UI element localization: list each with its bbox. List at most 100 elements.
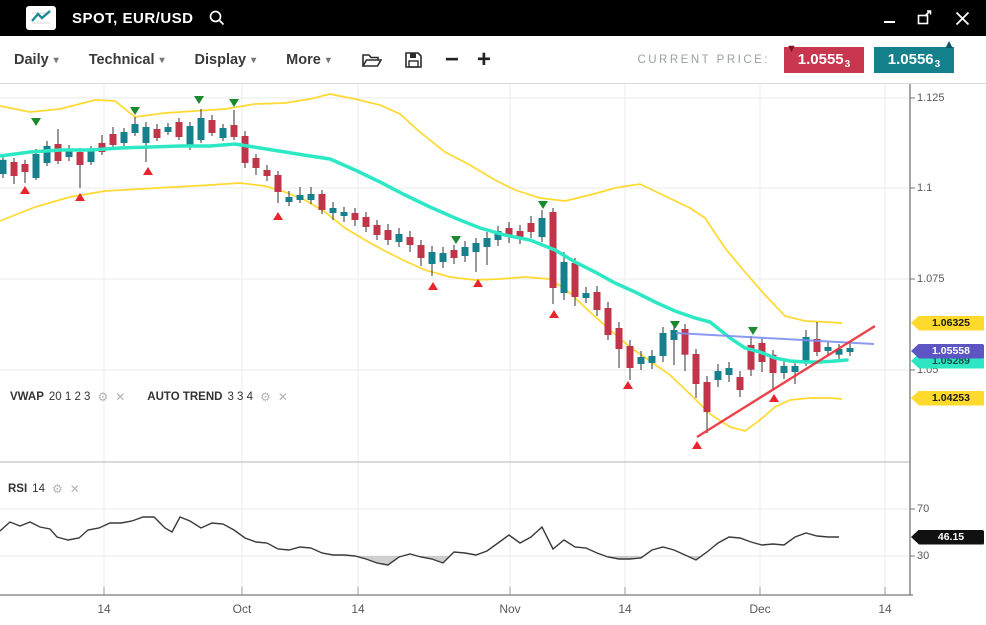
bullish-candle — [330, 208, 337, 213]
bullish-candle — [429, 252, 436, 264]
close-icon[interactable]: ✕ — [70, 482, 80, 496]
menu-more[interactable]: More ▾ — [286, 52, 331, 68]
menu-daily-label: Daily — [14, 52, 49, 68]
sell-signal-triangle-icon — [31, 118, 41, 126]
bullish-candle — [726, 368, 733, 375]
zoom-in-button[interactable]: + — [477, 50, 491, 70]
bearish-candle — [11, 162, 18, 176]
bearish-candle — [231, 125, 238, 137]
buy-signal-triangle-icon — [20, 186, 30, 194]
buy-signal-triangle-icon — [143, 167, 153, 175]
bullish-candle — [286, 197, 293, 202]
bullish-candle — [0, 160, 7, 174]
bullish-candle — [88, 150, 95, 162]
bullish-candle — [308, 194, 315, 200]
bullish-candle — [143, 127, 150, 143]
bearish-candle — [154, 129, 161, 138]
x-axis-label: Dec — [745, 602, 775, 616]
bearish-candle — [407, 237, 414, 245]
candlestick-chart-canvas[interactable] — [0, 84, 986, 625]
buy-signal-triangle-icon — [549, 310, 559, 318]
bullish-candle — [539, 218, 546, 237]
menu-display-label: Display — [195, 52, 247, 68]
bullish-candle — [198, 118, 205, 140]
rsi-indicator-name: RSI — [8, 483, 27, 495]
arrow-down-icon: ▼ — [786, 43, 797, 55]
rsi-indicator-legend: RSI 14 ⚙ ✕ — [8, 482, 80, 496]
chevron-down-icon: ▾ — [160, 53, 165, 66]
open-folder-icon[interactable] — [361, 51, 382, 69]
x-axis-label: 14 — [610, 602, 640, 616]
bullish-candle — [649, 356, 656, 363]
bullish-candle — [561, 262, 568, 293]
x-axis-label: Nov — [495, 602, 525, 616]
bullish-candle — [638, 357, 645, 364]
rsi-axis-label: 70 — [917, 503, 929, 515]
bearish-candle — [352, 213, 359, 220]
bullish-candle — [847, 348, 854, 352]
gear-icon[interactable]: ⚙ — [260, 390, 271, 404]
vwap-indicator-params: 20 1 2 3 — [49, 391, 91, 403]
ask-price-badge: ▲ 1.0556 3 — [874, 47, 954, 73]
bearish-candle — [319, 194, 326, 210]
zoom-out-button[interactable]: − — [445, 50, 459, 70]
bearish-candle — [572, 263, 579, 297]
buy-signal-triangle-icon — [769, 394, 779, 402]
gear-icon[interactable]: ⚙ — [52, 482, 63, 496]
bid-price-pip: 3 — [845, 59, 851, 73]
menu-display[interactable]: Display ▾ — [195, 52, 257, 68]
indicator-legend-row: VWAP 20 1 2 3 ⚙ ✕ AUTO TREND 3 3 4 ⚙ ✕ — [10, 390, 310, 404]
bullish-candle — [671, 330, 678, 340]
last-price-badge: 1.05558 — [911, 344, 984, 359]
bullish-candle — [583, 293, 590, 298]
bearish-candle — [264, 170, 271, 176]
bullish-candle — [825, 347, 832, 351]
bullish-candle — [297, 195, 304, 200]
menu-daily[interactable]: Daily ▾ — [14, 52, 59, 68]
bullish-candle — [33, 154, 40, 178]
bullish-candle — [792, 366, 799, 372]
bearish-candle — [605, 308, 612, 335]
popout-window-icon[interactable] — [917, 10, 935, 26]
chevron-down-icon: ▾ — [54, 53, 59, 66]
search-icon[interactable] — [208, 9, 226, 27]
bullish-candle — [715, 371, 722, 380]
ask-price-value: 1.0556 — [888, 51, 934, 68]
minimize-icon[interactable] — [883, 11, 897, 25]
bearish-candle — [253, 158, 260, 168]
menu-technical[interactable]: Technical ▾ — [89, 52, 165, 68]
close-icon[interactable]: ✕ — [115, 390, 125, 404]
bearish-candle — [77, 152, 84, 165]
bullish-candle — [341, 212, 348, 216]
bearish-candle — [110, 134, 117, 145]
x-axis-label: 14 — [89, 602, 119, 616]
bullish-candle — [781, 366, 788, 373]
rsi-value-badge: 46.15 — [911, 530, 984, 545]
vwap-indicator-legend: VWAP 20 1 2 3 ⚙ ✕ — [10, 390, 125, 404]
ask-price-pip: 3 — [935, 59, 941, 73]
bullish-candle — [462, 247, 469, 256]
save-icon[interactable] — [404, 51, 423, 69]
bullish-candle — [187, 126, 194, 147]
sell-signal-triangle-icon — [229, 99, 239, 107]
bullish-candle — [440, 253, 447, 262]
bullish-candle — [660, 333, 667, 356]
rsi-axis-label: 30 — [917, 550, 929, 562]
gear-icon[interactable]: ⚙ — [97, 390, 108, 404]
bullish-candle — [473, 243, 480, 252]
app-logo-icon — [26, 6, 56, 30]
sell-signal-triangle-icon — [194, 96, 204, 104]
bullish-candle — [484, 238, 491, 247]
close-icon[interactable] — [955, 11, 970, 26]
arrow-up-icon: ▲ — [943, 37, 955, 51]
sell-signal-triangle-icon — [748, 327, 758, 335]
auto-trend-resistance-line — [676, 333, 874, 344]
y-axis-label: 1.075 — [917, 273, 945, 285]
vwap-indicator-name: VWAP — [10, 391, 44, 403]
buy-signal-triangle-icon — [428, 282, 438, 290]
bearish-candle — [22, 164, 29, 172]
close-icon[interactable]: ✕ — [278, 390, 288, 404]
window-titlebar: SPOT, EUR/USD — [0, 0, 986, 36]
chart-container: VWAP 20 1 2 3 ⚙ ✕ AUTO TREND 3 3 4 ⚙ ✕ R… — [0, 84, 986, 625]
bearish-candle — [374, 225, 381, 235]
